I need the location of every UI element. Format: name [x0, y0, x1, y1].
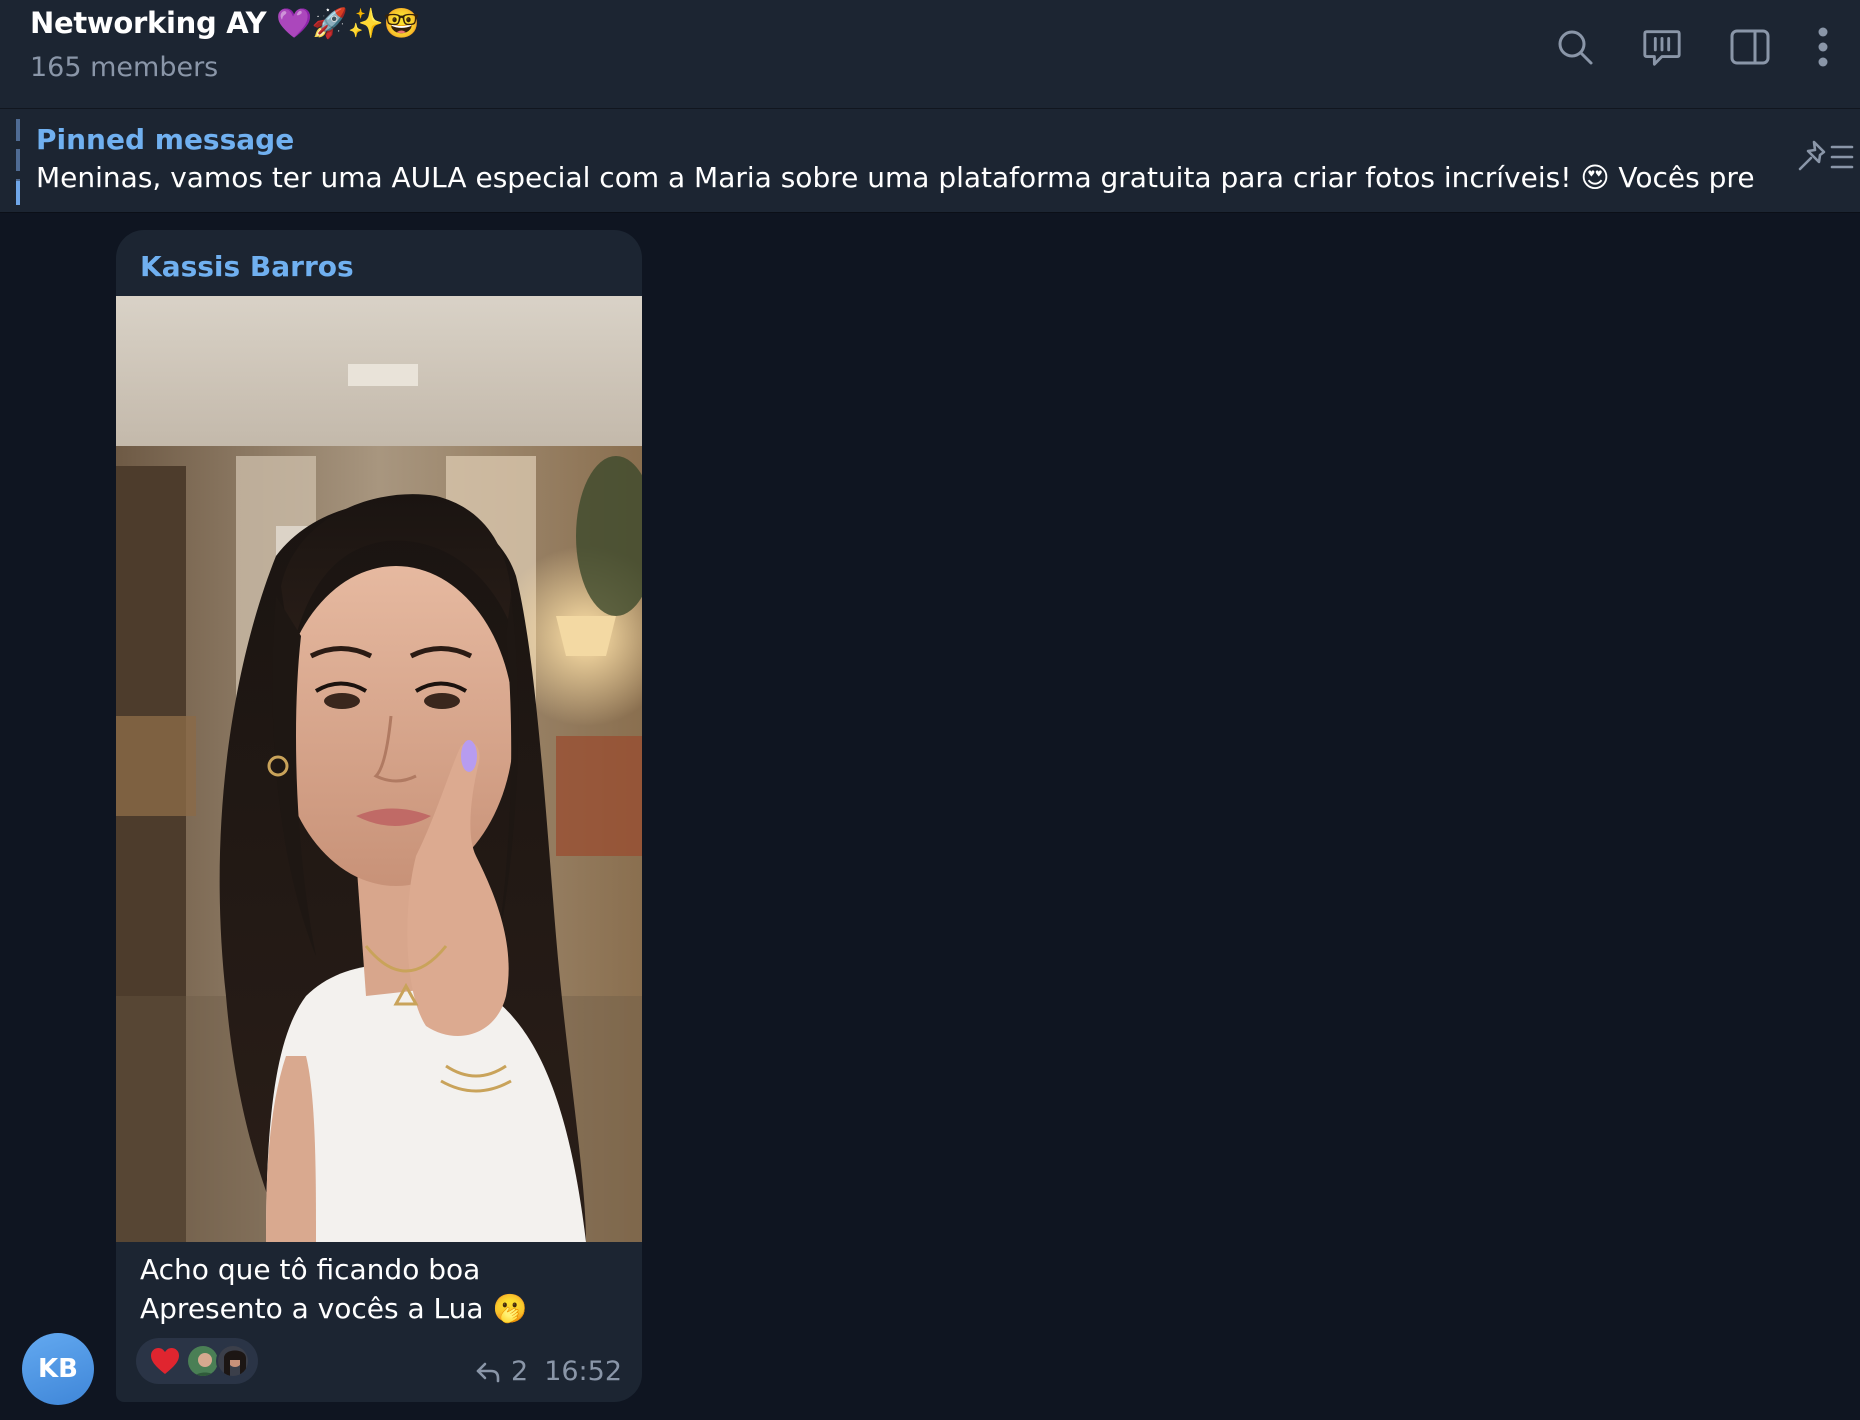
- caption-line-1: Acho que tô ficando boa: [140, 1253, 481, 1286]
- reactor-avatar: [186, 1344, 220, 1378]
- reactor-avatar: [216, 1344, 250, 1378]
- sender-name[interactable]: Kassis Barros: [140, 250, 354, 283]
- pinned-indicator-active: [16, 181, 20, 205]
- reply-icon[interactable]: [475, 1361, 501, 1383]
- pinned-list-icon[interactable]: [1794, 137, 1856, 181]
- message-time: 16:52: [544, 1356, 622, 1387]
- sender-avatar[interactable]: KB: [22, 1333, 94, 1405]
- more-icon[interactable]: [1811, 26, 1835, 68]
- message-meta: 2 16:52: [475, 1356, 622, 1387]
- message-bubble[interactable]: Kassis Barros Acho que tô ficando boa Ap…: [116, 230, 642, 1402]
- message-photo[interactable]: [116, 296, 642, 1242]
- heart-icon: [150, 1347, 180, 1379]
- pinned-title: Pinned message: [36, 123, 295, 156]
- pinned-text: Meninas, vamos ter uma AULA especial com…: [36, 161, 1756, 194]
- chat-title[interactable]: Networking AY 💜🚀✨🤓: [30, 6, 420, 41]
- message-caption: Acho que tô ficando boa Apresento a você…: [140, 1250, 527, 1328]
- chat-header: Networking AY 💜🚀✨🤓 165 members: [0, 0, 1860, 109]
- discussion-icon[interactable]: [1641, 26, 1683, 68]
- photo-portrait: [116, 296, 642, 1242]
- search-icon[interactable]: [1554, 26, 1596, 68]
- caption-line-2: Apresento a vocês a Lua 🫢: [140, 1292, 528, 1325]
- sidebar-toggle-icon[interactable]: [1729, 26, 1771, 68]
- reply-count[interactable]: 2: [511, 1356, 528, 1387]
- pinned-message-bar[interactable]: Pinned message Meninas, vamos ter uma AU…: [0, 109, 1860, 213]
- reaction-pill[interactable]: [136, 1338, 258, 1384]
- member-count[interactable]: 165 members: [30, 52, 218, 83]
